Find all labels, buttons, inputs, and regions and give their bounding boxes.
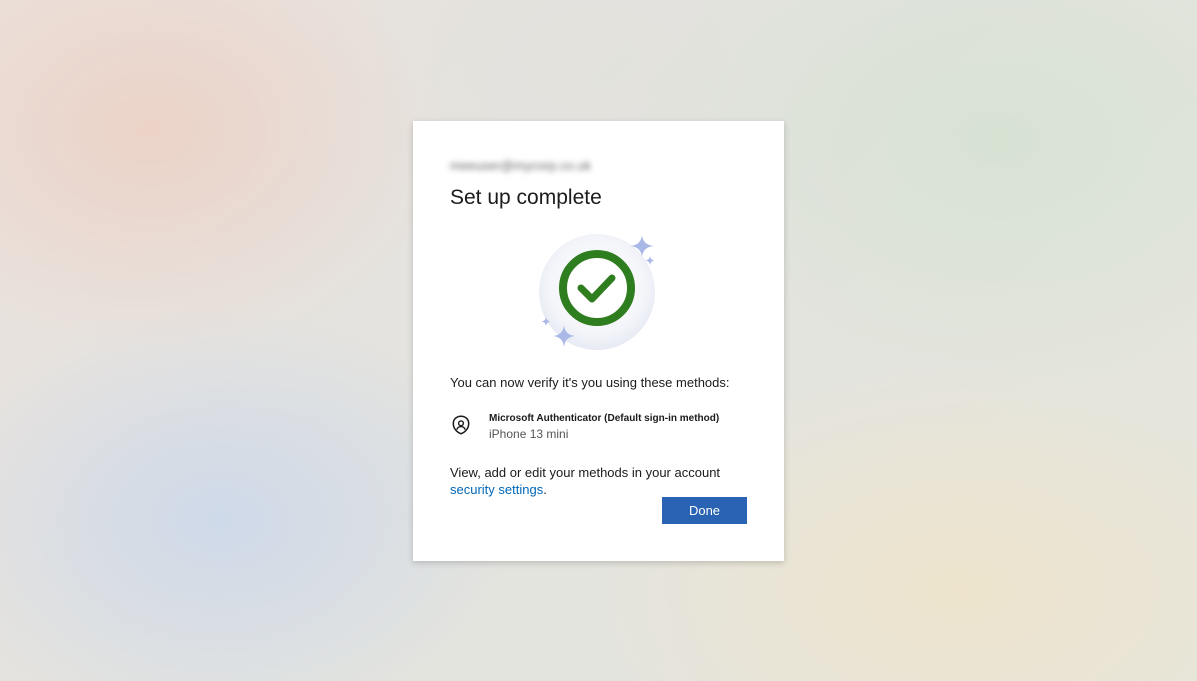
auth-method-text: Microsoft Authenticator (Default sign-in… [489, 412, 719, 442]
success-check-icon [538, 234, 655, 350]
account-identity: meeuser@mycorp.co.uk [450, 158, 592, 173]
security-settings-link[interactable]: security settings [450, 482, 543, 497]
auth-method-item: Microsoft Authenticator (Default sign-in… [450, 412, 747, 442]
success-illustration [529, 226, 669, 356]
security-settings-prefix: View, add or edit your methods in your a… [450, 465, 721, 480]
security-settings-suffix: . [543, 482, 547, 497]
security-settings-text: View, add or edit your methods in your a… [450, 464, 747, 498]
setup-complete-card: meeuser@mycorp.co.uk Set up complete You… [413, 121, 784, 561]
auth-method-device: iPhone 13 mini [489, 427, 569, 441]
page-title: Set up complete [450, 186, 602, 209]
authenticator-lock-icon [452, 415, 470, 435]
methods-intro-text: You can now verify it's you using these … [450, 375, 730, 390]
auth-method-name: Microsoft Authenticator (Default sign-in… [489, 413, 720, 424]
done-button[interactable]: Done [662, 497, 747, 524]
